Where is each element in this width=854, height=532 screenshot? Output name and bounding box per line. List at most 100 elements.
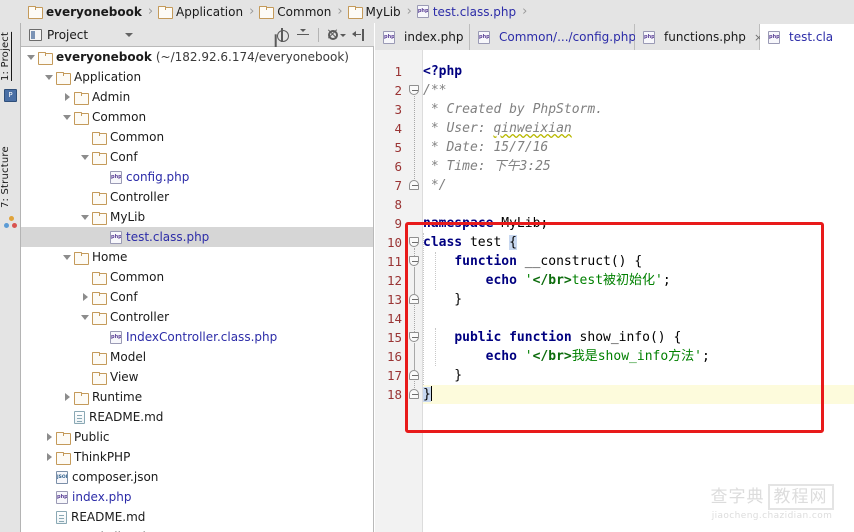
project-panel-selector[interactable]: Project: [21, 23, 171, 46]
breadcrumb-item-mylib[interactable]: MyLib: [347, 0, 401, 23]
hide-panel-icon[interactable]: [352, 28, 366, 42]
code-line[interactable]: /**: [423, 81, 854, 100]
editor-tab[interactable]: php test.cla: [760, 24, 854, 50]
code-line[interactable]: [423, 309, 854, 328]
breadcrumb-separator: ›: [522, 4, 528, 19]
tree-node[interactable]: Model: [21, 347, 373, 367]
code-line[interactable]: echo '</br>我是show_info方法';: [423, 347, 854, 366]
line-number-gutter: 1 2 3 4 5 6 7 8 9 10 11 12 13 14 15 16 17 18: [375, 50, 406, 532]
tree-node[interactable]: php config.php: [21, 167, 373, 187]
collapse-all-icon[interactable]: [296, 28, 310, 42]
text-caret: [430, 386, 432, 401]
tree-node-selected[interactable]: php test.class.php: [21, 227, 373, 247]
tree-node[interactable]: Controller: [21, 187, 373, 207]
chevron-down-icon[interactable]: [125, 32, 134, 37]
code-line[interactable]: * User: qinweixian: [423, 119, 854, 138]
tree-node[interactable]: php index.php: [21, 487, 373, 507]
twisty-collapsed-icon[interactable]: [61, 87, 74, 107]
fold-end-icon[interactable]: [408, 388, 420, 400]
code-line[interactable]: * Time: 下午3:25: [423, 157, 854, 176]
tree-node[interactable]: README.md: [21, 507, 373, 527]
twisty-collapsed-icon[interactable]: [79, 287, 92, 307]
code-token: * Time: 下午3:25: [423, 159, 551, 174]
tree-node[interactable]: Application: [21, 67, 373, 87]
tree-node[interactable]: Conf: [21, 147, 373, 167]
fold-expand-icon[interactable]: [408, 236, 420, 248]
toolbar-divider: [318, 27, 319, 42]
code-line[interactable]: }: [423, 385, 854, 404]
twisty-collapsed-icon[interactable]: [43, 427, 56, 447]
twisty-expanded-icon[interactable]: [79, 147, 92, 167]
code-line[interactable]: [423, 195, 854, 214]
editor-tab[interactable]: phpCommon/.../config.php×: [470, 24, 653, 50]
twisty-collapsed-icon[interactable]: [43, 447, 56, 467]
folder-icon: [92, 311, 107, 325]
tree-node[interactable]: View: [21, 367, 373, 387]
locate-icon[interactable]: [275, 27, 289, 42]
tree-node[interactable]: everyonebook (~/182.92.6.174/everyonebook…: [21, 47, 373, 67]
code-token: ;: [662, 273, 671, 288]
fold-expand-icon[interactable]: [408, 255, 420, 267]
tree-node-label: ThinkPHP: [74, 450, 131, 464]
breadcrumb-item-common[interactable]: Common: [259, 0, 331, 23]
fold-expand-icon[interactable]: [408, 331, 420, 343]
tree-node[interactable]: Common: [21, 267, 373, 287]
twisty-expanded-icon[interactable]: [43, 67, 56, 87]
settings-gear-icon[interactable]: [327, 28, 346, 42]
twisty-collapsed-icon[interactable]: [61, 387, 74, 407]
tree-node[interactable]: Common: [21, 107, 373, 127]
code-line[interactable]: <?php: [423, 62, 854, 81]
project-tree[interactable]: everyonebook (~/182.92.6.174/everyonebook…: [21, 47, 374, 532]
twisty-expanded-icon[interactable]: [61, 247, 74, 267]
tree-node[interactable]: php IndexController.class.php: [21, 327, 373, 347]
fold-expand-icon[interactable]: [408, 84, 420, 96]
editor-tab[interactable]: php functions.php ×: [635, 24, 763, 50]
code-line[interactable]: * Date: 15/7/16: [423, 138, 854, 157]
code-line[interactable]: * Created by PhpStorm.: [423, 100, 854, 119]
editor-tab[interactable]: phpindex.php×: [375, 24, 481, 50]
tree-node[interactable]: Conf: [21, 287, 373, 307]
twisty-expanded-icon[interactable]: [25, 47, 38, 67]
twisty-expanded-icon[interactable]: [79, 207, 92, 227]
php-file-icon: php: [110, 170, 122, 184]
tree-node[interactable]: Common: [21, 127, 373, 147]
tree-node[interactable]: ThinkPHP: [21, 447, 373, 467]
fold-end-icon[interactable]: [408, 369, 420, 381]
code-token: </br>: [532, 273, 572, 288]
code-line[interactable]: }: [423, 366, 854, 385]
tree-node[interactable]: Home: [21, 247, 373, 267]
code-editor[interactable]: 1 2 3 4 5 6 7 8 9 10 11 12 13 14 15 16 17 18 <?php/** * C…: [375, 50, 854, 532]
twisty-expanded-icon[interactable]: [61, 107, 74, 127]
code-line[interactable]: }: [423, 290, 854, 309]
twisty-expanded-icon[interactable]: [79, 307, 92, 327]
breadcrumb-separator: ›: [337, 4, 343, 19]
fold-end-icon[interactable]: [408, 179, 420, 191]
tree-node[interactable]: Runtime: [21, 387, 373, 407]
fold-end-icon[interactable]: [408, 293, 420, 305]
tree-node[interactable]: JSON composer.json: [21, 467, 373, 487]
code-text[interactable]: <?php /** * Created by PhpStorm. * User: …: [423, 50, 854, 532]
tree-node[interactable]: External Libraries: [21, 527, 373, 532]
breadcrumb-item-application[interactable]: Application: [158, 0, 243, 23]
sidebar-tab-structure[interactable]: 7: Structure: [0, 143, 21, 211]
code-line[interactable]: */: [423, 176, 854, 195]
tree-node[interactable]: MyLib: [21, 207, 373, 227]
code-line[interactable]: public function show_info() {: [423, 328, 854, 347]
code-line[interactable]: namespace MyLib;: [423, 214, 854, 233]
line-number: 10: [386, 235, 402, 250]
editor-tab-label: test.cla: [789, 30, 834, 44]
code-folding-gutter[interactable]: [406, 50, 423, 532]
code-line[interactable]: echo '</br>test被初始化';: [423, 271, 854, 290]
code-line[interactable]: class test {: [423, 233, 854, 252]
folder-icon: [28, 6, 43, 19]
breadcrumb-item-everyonebook[interactable]: everyonebook: [28, 0, 142, 23]
tree-node-label: Conf: [110, 290, 138, 304]
tree-node[interactable]: Admin: [21, 87, 373, 107]
tree-node-label: Runtime: [92, 390, 143, 404]
tree-node[interactable]: Controller: [21, 307, 373, 327]
tree-node[interactable]: README.md: [21, 407, 373, 427]
breadcrumb-item-test-class-php[interactable]: php test.class.php: [416, 0, 516, 23]
sidebar-tab-project[interactable]: 1: Project: [0, 27, 21, 85]
code-line[interactable]: function __construct() {: [423, 252, 854, 271]
tree-node[interactable]: Public: [21, 427, 373, 447]
